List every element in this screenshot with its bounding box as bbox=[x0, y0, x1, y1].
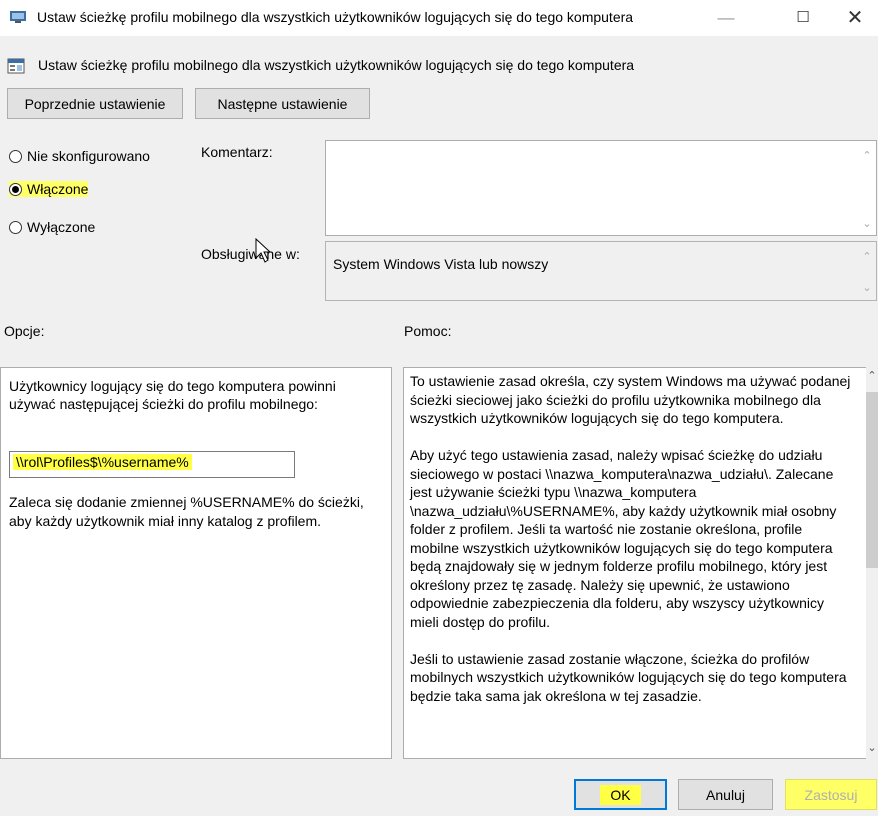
scroll-down-icon[interactable]: ⌄ bbox=[861, 281, 873, 294]
options-label: Opcje: bbox=[4, 323, 45, 339]
close-button[interactable]: ✕ bbox=[832, 0, 878, 36]
policy-icon bbox=[10, 11, 26, 23]
radio-label: Wyłączone bbox=[27, 219, 96, 235]
next-setting-button[interactable]: Następne ustawienie bbox=[195, 88, 370, 119]
setting-title: Ustaw ścieżkę profilu mobilnego dla wszy… bbox=[38, 57, 635, 73]
radio-enabled[interactable]: Włączone bbox=[9, 181, 89, 197]
help-paragraph: Jeśli to ustawienie zasad zostanie włącz… bbox=[410, 650, 847, 704]
mouse-cursor-icon bbox=[255, 238, 271, 263]
scroll-up-icon[interactable]: ⌃ bbox=[861, 250, 873, 263]
radio-circle[interactable] bbox=[9, 149, 22, 163]
previous-setting-button[interactable]: Poprzednie ustawienie bbox=[7, 88, 183, 119]
scroll-up-icon[interactable]: ⌃ bbox=[861, 149, 873, 162]
ok-button[interactable]: OK bbox=[574, 779, 667, 810]
maximize-button[interactable]: ☐ bbox=[780, 0, 826, 36]
radio-label: Nie skonfigurowano bbox=[27, 148, 150, 164]
help-paragraph: To ustawienie zasad określa, czy system … bbox=[410, 373, 851, 426]
comment-textarea[interactable] bbox=[325, 140, 877, 236]
help-label: Pomoc: bbox=[404, 323, 452, 339]
scroll-down-icon[interactable]: ⌄ bbox=[866, 741, 878, 754]
comment-label: Komentarz: bbox=[201, 144, 273, 160]
scroll-down-icon[interactable]: ⌄ bbox=[861, 217, 873, 230]
options-pane bbox=[0, 367, 392, 759]
options-note: Zaleca się dodanie zmiennej %USERNAME% d… bbox=[9, 494, 364, 529]
radio-disabled[interactable]: Wyłączone bbox=[9, 219, 95, 235]
cancel-button[interactable]: Anuluj bbox=[678, 779, 773, 810]
window-title: Ustaw ścieżkę profilu mobilnego dla wszy… bbox=[37, 9, 634, 25]
policy-setting-icon bbox=[7, 58, 25, 74]
help-paragraph: Aby użyć tego ustawienia zasad, należy w… bbox=[410, 447, 837, 630]
ok-label: OK bbox=[600, 784, 641, 805]
minimize-button[interactable]: — bbox=[703, 0, 749, 36]
profile-path-value[interactable]: \\rol\Profiles$\%username% bbox=[13, 454, 192, 470]
help-scrollbar-thumb[interactable] bbox=[866, 392, 878, 568]
options-description: Użytkownicy logujący się do tego kompute… bbox=[9, 378, 336, 412]
radio-circle[interactable] bbox=[9, 220, 22, 234]
help-text: To ustawienie zasad określa, czy system … bbox=[410, 372, 855, 724]
supported-on-label: Obsługiwane w: bbox=[201, 246, 300, 262]
radio-circle-checked[interactable] bbox=[9, 182, 22, 196]
apply-button[interactable]: Zastosuj bbox=[785, 779, 877, 810]
radio-not-configured[interactable]: Nie skonfigurowano bbox=[9, 148, 150, 164]
supported-on-value: System Windows Vista lub nowszy bbox=[333, 256, 549, 272]
radio-label: Włączone bbox=[27, 181, 89, 197]
scroll-up-icon[interactable]: ⌃ bbox=[866, 369, 878, 382]
